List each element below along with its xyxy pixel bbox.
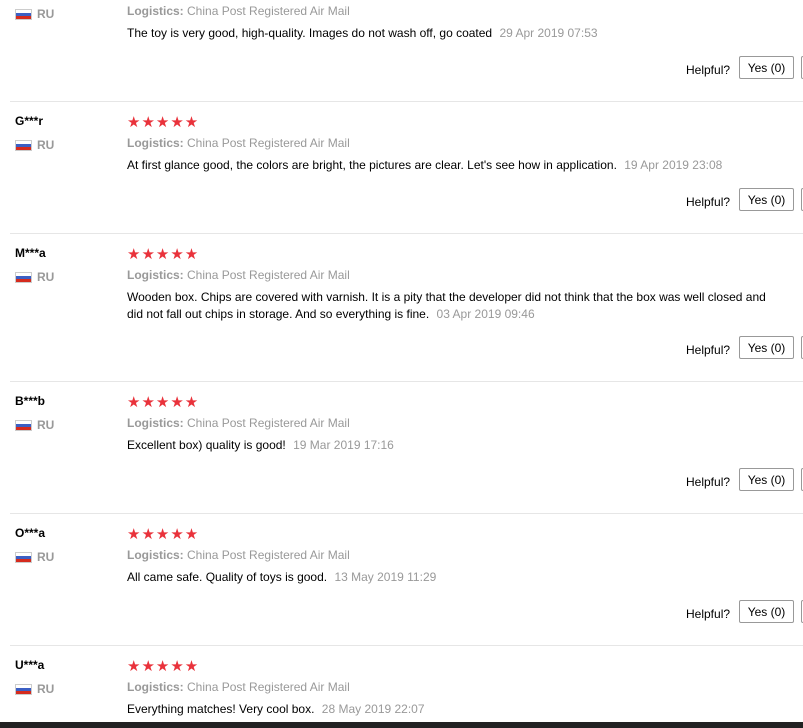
divider	[10, 233, 803, 234]
review-text-block: At first glance good, the colors are bri…	[127, 157, 767, 174]
logistics-label: Logistics:	[127, 268, 184, 282]
review-text-block: Everything matches! Very cool box. 28 Ma…	[127, 701, 767, 718]
logistics-value: China Post Registered Air Mail	[187, 548, 350, 562]
russia-flag-icon	[15, 551, 32, 563]
star-rating: ★★★★★	[127, 394, 200, 411]
logistics-info: Logistics: China Post Registered Air Mai…	[127, 548, 350, 562]
country: RU	[15, 682, 54, 696]
review-text: The toy is very good, high-quality. Imag…	[127, 26, 493, 40]
reviewer-name: G***r	[15, 114, 44, 128]
reviewer-name: B***b	[15, 394, 46, 408]
logistics-info: Logistics: China Post Registered Air Mai…	[127, 680, 350, 694]
country-code: RU	[37, 7, 55, 21]
logistics-value: China Post Registered Air Mail	[187, 136, 350, 150]
review-date: 29 Apr 2019 07:53	[499, 26, 598, 40]
logistics-info: Logistics: China Post Registered Air Mai…	[127, 4, 350, 18]
review-text: Everything matches! Very cool box.	[127, 702, 315, 716]
star-rating: ★★★★★	[127, 114, 200, 131]
review-date: 03 Apr 2019 09:46	[436, 307, 535, 321]
russia-flag-icon	[15, 271, 32, 283]
logistics-info: Logistics: China Post Registered Air Mai…	[127, 416, 350, 430]
divider	[10, 645, 803, 646]
review-date: 19 Mar 2019 17:16	[293, 438, 394, 452]
country-code: RU	[37, 682, 55, 696]
review-date: 13 May 2019 11:29	[334, 570, 437, 584]
reviewer-name: O***a	[15, 526, 46, 540]
country: RU	[15, 138, 54, 152]
helpful-yes-button[interactable]: Yes (0)	[739, 56, 794, 79]
logistics-info: Logistics: China Post Registered Air Mai…	[127, 268, 350, 282]
review-text-block: Wooden box. Chips are covered with varni…	[127, 289, 767, 323]
russia-flag-icon	[15, 139, 32, 151]
review-text: All came safe. Quality of toys is good.	[127, 570, 328, 584]
reviewer-name: U***a	[15, 658, 45, 672]
country: RU	[15, 7, 54, 21]
country-code: RU	[37, 550, 55, 564]
divider	[10, 513, 803, 514]
helpful-label: Helpful?	[686, 343, 731, 357]
divider	[10, 381, 803, 382]
helpful-yes-button[interactable]: Yes (0)	[739, 600, 794, 623]
country-code: RU	[37, 418, 55, 432]
helpful-yes-button[interactable]: Yes (0)	[739, 188, 794, 211]
russia-flag-icon	[15, 8, 32, 20]
country-code: RU	[37, 270, 55, 284]
country-code: RU	[37, 138, 55, 152]
logistics-label: Logistics:	[127, 4, 184, 18]
review-date: 19 Apr 2019 23:08	[624, 158, 723, 172]
helpful-label: Helpful?	[686, 607, 731, 621]
country: RU	[15, 550, 54, 564]
russia-flag-icon	[15, 683, 32, 695]
logistics-value: China Post Registered Air Mail	[187, 416, 350, 430]
review-text-block: The toy is very good, high-quality. Imag…	[127, 25, 767, 42]
logistics-value: China Post Registered Air Mail	[187, 680, 350, 694]
logistics-value: China Post Registered Air Mail	[187, 268, 350, 282]
logistics-label: Logistics:	[127, 680, 184, 694]
logistics-info: Logistics: China Post Registered Air Mai…	[127, 136, 350, 150]
logistics-value: China Post Registered Air Mail	[187, 4, 350, 18]
review-text-block: Excellent box) quality is good! 19 Mar 2…	[127, 437, 767, 454]
russia-flag-icon	[15, 419, 32, 431]
logistics-label: Logistics:	[127, 416, 184, 430]
window-bottom-edge	[0, 722, 803, 728]
review-text-block: All came safe. Quality of toys is good. …	[127, 569, 767, 586]
helpful-label: Helpful?	[686, 63, 731, 77]
country: RU	[15, 418, 54, 432]
helpful-label: Helpful?	[686, 195, 731, 209]
country: RU	[15, 270, 54, 284]
star-rating: ★★★★★	[127, 526, 200, 543]
star-rating: ★★★★★	[127, 246, 200, 263]
review-date: 28 May 2019 22:07	[321, 702, 425, 716]
helpful-yes-button[interactable]: Yes (0)	[739, 336, 794, 359]
divider	[10, 101, 803, 102]
logistics-label: Logistics:	[127, 136, 184, 150]
helpful-label: Helpful?	[686, 475, 731, 489]
reviewer-name: M***a	[15, 246, 46, 260]
review-text: At first glance good, the colors are bri…	[127, 158, 617, 172]
review-text: Excellent box) quality is good!	[127, 438, 286, 452]
star-rating: ★★★★★	[127, 658, 200, 675]
logistics-label: Logistics:	[127, 548, 184, 562]
helpful-yes-button[interactable]: Yes (0)	[739, 468, 794, 491]
